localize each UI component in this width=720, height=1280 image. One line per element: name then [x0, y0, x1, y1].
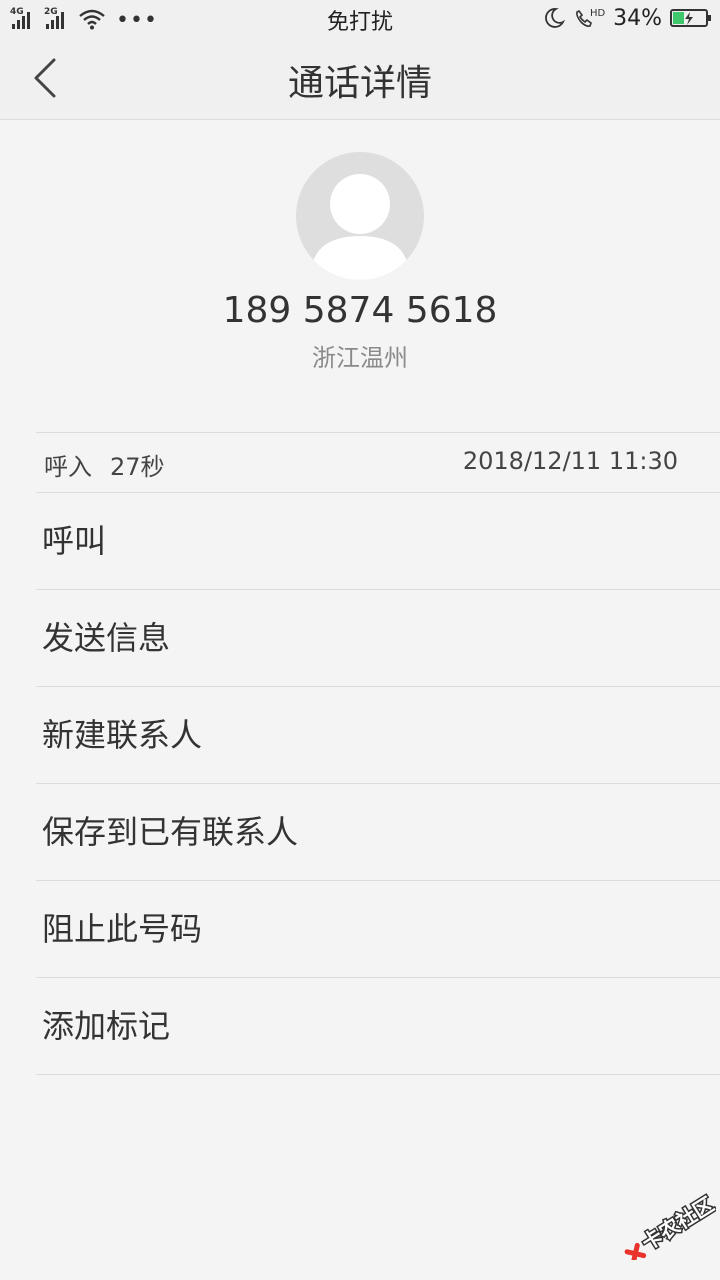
menu-item-send-message[interactable]: 发送信息: [36, 590, 720, 687]
avatar: [296, 152, 424, 280]
watermark-logo: 卡农社区: [624, 1191, 716, 1260]
battery-icon: [670, 9, 711, 27]
battery-fill: [673, 12, 684, 24]
call-datetime: 2018/12/11 11:30: [462, 447, 678, 475]
watermark-mark-icon: [624, 1242, 647, 1260]
call-duration: 27秒: [110, 453, 165, 481]
charging-bolt-icon: [685, 12, 693, 25]
hd-call-icon: HD: [576, 8, 605, 27]
menu-item-call[interactable]: 呼叫: [36, 493, 720, 590]
status-right: HD 34%: [543, 5, 711, 31]
action-menu: 呼叫 发送信息 新建联系人 保存到已有联系人 阻止此号码 添加标记: [36, 493, 720, 1075]
menu-item-new-contact[interactable]: 新建联系人: [36, 687, 720, 784]
phone-location: 浙江温州: [312, 344, 408, 372]
menu-item-add-tag[interactable]: 添加标记: [36, 978, 720, 1075]
moon-icon: [545, 8, 566, 28]
svg-text:HD: HD: [590, 8, 605, 19]
page-title: 通话详情: [287, 63, 432, 104]
person-icon: [310, 174, 410, 280]
app-header: 通话详情: [0, 36, 720, 120]
battery-percent: 34%: [613, 5, 662, 31]
phone-number: 189 5874 5618: [222, 290, 498, 331]
status-bar: 4G 2G ••• 免打扰 HD 34%: [0, 0, 720, 36]
call-type: 呼入: [44, 453, 92, 481]
menu-item-save-to-existing[interactable]: 保存到已有联系人: [36, 784, 720, 881]
watermark-text: 卡农社区: [638, 1192, 716, 1255]
menu-item-block-number[interactable]: 阻止此号码: [36, 881, 720, 978]
call-log-row: 呼入 27秒 2018/12/11 11:30: [36, 432, 720, 493]
